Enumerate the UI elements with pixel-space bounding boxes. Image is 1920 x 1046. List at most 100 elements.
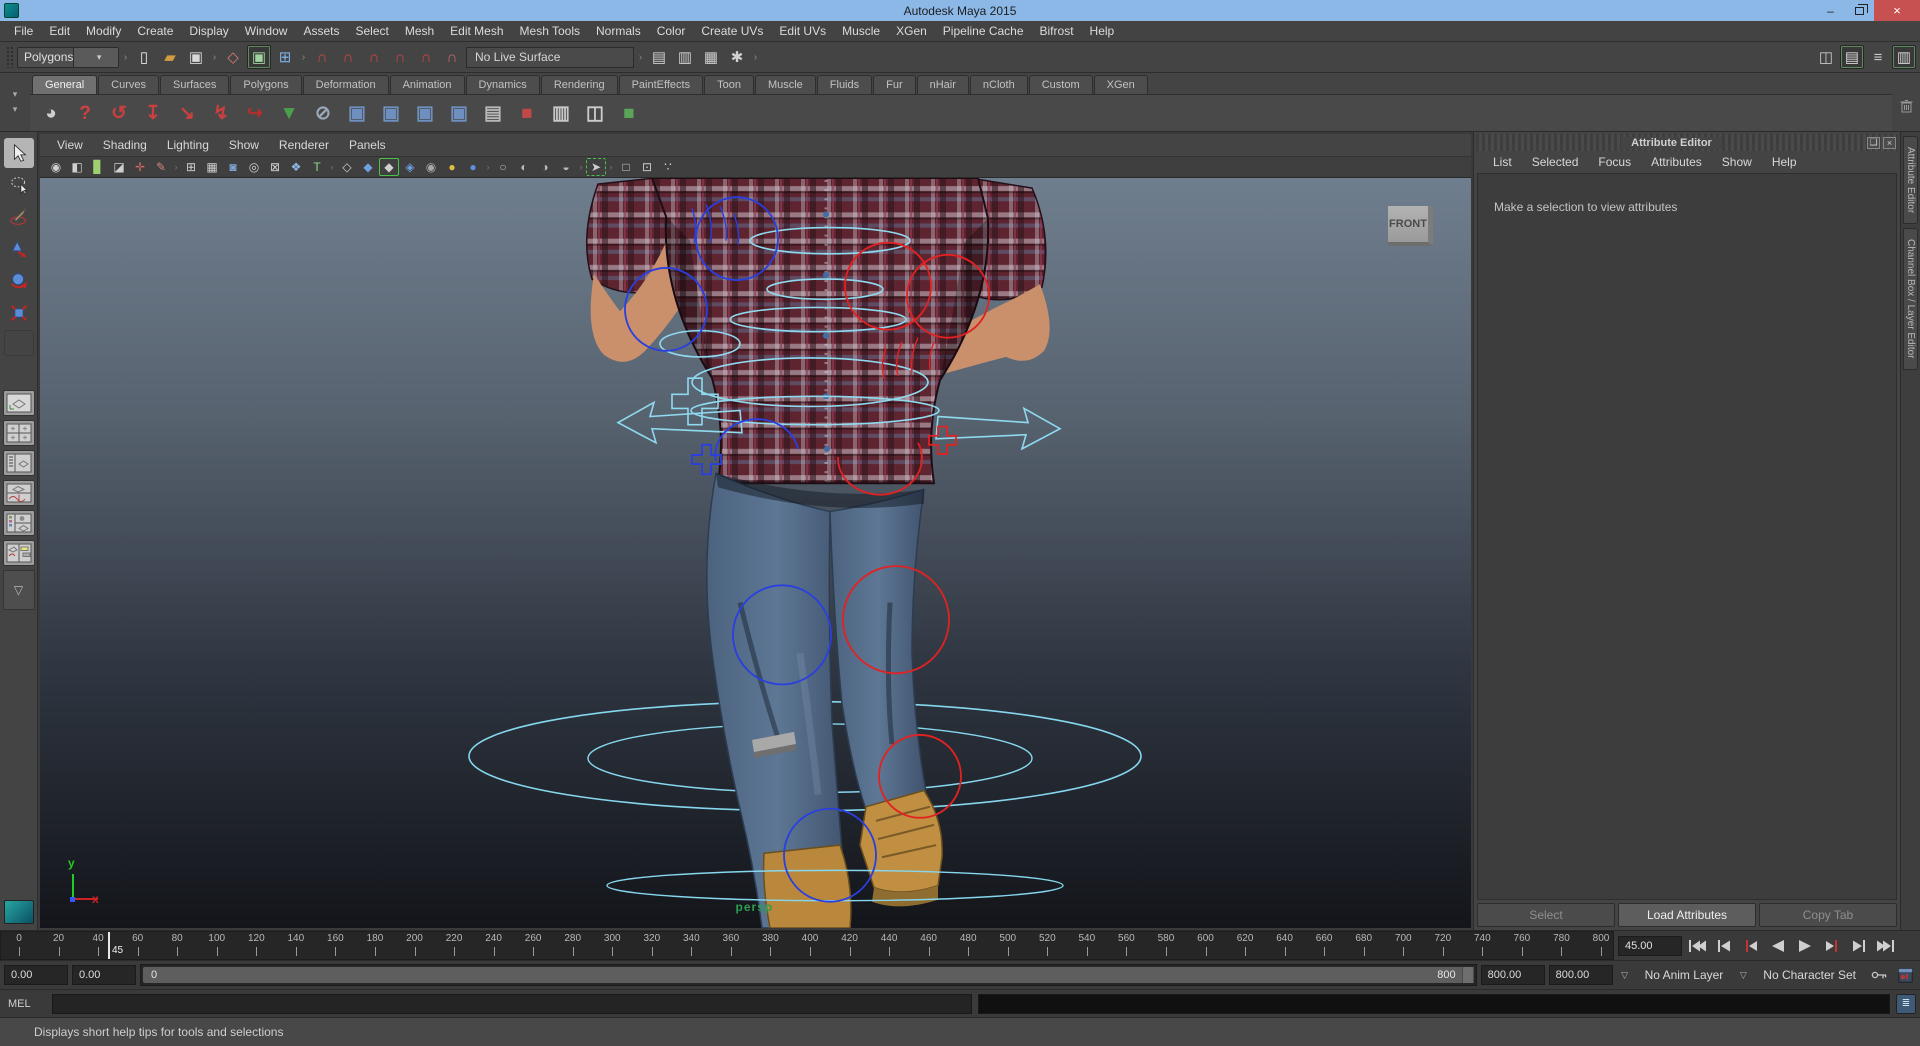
- green-down-arrow-icon[interactable]: ▼: [274, 99, 304, 129]
- close-button[interactable]: ×: [1874, 0, 1920, 21]
- xray-joints-icon[interactable]: ⊡: [637, 158, 657, 176]
- step-back-key-button[interactable]: [1711, 936, 1737, 956]
- scene-sphere-icon[interactable]: ◕: [36, 99, 66, 129]
- go-to-end-button[interactable]: [1873, 936, 1899, 956]
- character-set-label[interactable]: No Character Set: [1755, 968, 1864, 982]
- shelf-tab-fluids[interactable]: Fluids: [817, 75, 872, 94]
- ae-menu-help[interactable]: Help: [1763, 153, 1806, 171]
- shadows-icon[interactable]: ●: [463, 158, 483, 176]
- lasso-tool[interactable]: [4, 170, 34, 200]
- camera-attributes-icon[interactable]: ◧: [67, 158, 87, 176]
- current-time-field[interactable]: [1618, 936, 1682, 956]
- panel-menu-shading[interactable]: Shading: [94, 136, 156, 154]
- grid-icon[interactable]: ⊞: [181, 158, 201, 176]
- make-live-icon[interactable]: ∩: [440, 45, 464, 69]
- toggle-modeling-toolkit-icon[interactable]: ◫: [1814, 45, 1838, 69]
- play-forward-button[interactable]: [1792, 936, 1818, 956]
- float-panel-icon[interactable]: ❑: [1867, 137, 1880, 149]
- rotate-tool[interactable]: [4, 266, 34, 296]
- panel-menu-show[interactable]: Show: [220, 136, 268, 154]
- layout-hypershade[interactable]: [3, 510, 35, 536]
- playback-start-field[interactable]: [72, 965, 136, 985]
- quick-select-set-4-icon[interactable]: ▣: [444, 99, 474, 129]
- layout-pane-node[interactable]: [3, 540, 35, 566]
- film-gate-icon[interactable]: ▦: [202, 158, 222, 176]
- safe-action-icon[interactable]: ❖: [286, 158, 306, 176]
- menu-mesh-tools[interactable]: Mesh Tools: [512, 22, 588, 40]
- multisample-icon[interactable]: ◑: [535, 158, 555, 176]
- shelf-tab-fur[interactable]: Fur: [873, 75, 916, 94]
- select-component-icon[interactable]: ⊞: [273, 45, 297, 69]
- select-hierarchy-icon[interactable]: ◇: [221, 45, 245, 69]
- shelf-tab-ncloth[interactable]: nCloth: [970, 75, 1028, 94]
- auto-keyframe-icon[interactable]: [1894, 965, 1916, 985]
- minimize-button[interactable]: –: [1816, 0, 1845, 21]
- shelf-tab-custom[interactable]: Custom: [1029, 75, 1093, 94]
- default-light-icon[interactable]: ●: [442, 158, 462, 176]
- move-tool[interactable]: [4, 234, 34, 264]
- menu-select[interactable]: Select: [347, 22, 396, 40]
- copy-nodes-icon[interactable]: ▥: [546, 99, 576, 129]
- shelf-tab-dynamics[interactable]: Dynamics: [466, 75, 540, 94]
- field-chart-icon[interactable]: ⊠: [265, 158, 285, 176]
- ae-menu-list[interactable]: List: [1484, 153, 1521, 171]
- snap-point-icon[interactable]: ∩: [362, 45, 386, 69]
- group-separator-icon[interactable]: ›: [172, 162, 180, 172]
- joint-break-icon[interactable]: ↯: [206, 99, 236, 129]
- menu-assets[interactable]: Assets: [295, 22, 347, 40]
- group-separator-icon[interactable]: ›: [577, 162, 585, 172]
- group-separator-icon[interactable]: ›: [328, 162, 336, 172]
- scale-tool[interactable]: [4, 298, 34, 328]
- current-frame-marker[interactable]: [108, 932, 110, 959]
- redo-bend-arrow-icon[interactable]: ↪: [240, 99, 270, 129]
- restore-button[interactable]: [1845, 0, 1874, 21]
- shelf-tab-xgen[interactable]: XGen: [1094, 75, 1148, 94]
- shelf-tab-toon[interactable]: Toon: [704, 75, 754, 94]
- textured-lights-icon[interactable]: ◉: [421, 158, 441, 176]
- camera-view-cube[interactable]: FRONT: [1388, 206, 1433, 246]
- xray-icon[interactable]: □: [616, 158, 636, 176]
- range-end-handle[interactable]: [1462, 967, 1474, 983]
- panel-menu-renderer[interactable]: Renderer: [270, 136, 338, 154]
- menu-color[interactable]: Color: [649, 22, 694, 40]
- image-plane-icon[interactable]: ◪: [109, 158, 129, 176]
- shelf-tab-rendering[interactable]: Rendering: [541, 75, 618, 94]
- shelf-tab-curves[interactable]: Curves: [98, 75, 159, 94]
- textured-icon[interactable]: ◈: [400, 158, 420, 176]
- save-scene-icon[interactable]: ▣: [184, 45, 208, 69]
- resolution-gate-icon[interactable]: ◙: [223, 158, 243, 176]
- menu-edit-uvs[interactable]: Edit UVs: [771, 22, 834, 40]
- render-view-icon[interactable]: ▤: [647, 45, 671, 69]
- isolate-select-icon[interactable]: ➤: [586, 158, 606, 176]
- toggle-channel-box-icon[interactable]: ▥: [1892, 45, 1916, 69]
- anim-layer-dropdown-icon[interactable]: ▽: [1617, 970, 1633, 981]
- animation-start-field[interactable]: [4, 965, 68, 985]
- close-panel-icon[interactable]: ×: [1883, 137, 1896, 149]
- wireframe-icon[interactable]: ◇: [337, 158, 357, 176]
- snap-grid-icon[interactable]: ∩: [310, 45, 334, 69]
- gray-cubes-cursor-icon[interactable]: ◫: [580, 99, 610, 129]
- play-backward-button[interactable]: [1765, 936, 1791, 956]
- animation-end-field[interactable]: [1549, 965, 1613, 985]
- two-d-pan-zoom-icon[interactable]: ✛: [130, 158, 150, 176]
- joint-rotate-icon[interactable]: ↺: [104, 99, 134, 129]
- select-object-icon[interactable]: ▣: [247, 45, 271, 69]
- quick-select-set-1-icon[interactable]: ▣: [342, 99, 372, 129]
- panel-menu-view[interactable]: View: [48, 136, 92, 154]
- shelf-tab-animation[interactable]: Animation: [390, 75, 465, 94]
- node-editor-icon[interactable]: ▤: [478, 99, 508, 129]
- menu-window[interactable]: Window: [237, 22, 296, 40]
- panel-menu-lighting[interactable]: Lighting: [158, 136, 218, 154]
- select-tool[interactable]: [4, 138, 34, 168]
- toolbar-grip[interactable]: [6, 46, 13, 68]
- menu-file[interactable]: File: [6, 22, 41, 40]
- select-button[interactable]: Select: [1477, 903, 1615, 927]
- menu-help[interactable]: Help: [1082, 22, 1123, 40]
- menu-bifrost[interactable]: Bifrost: [1032, 22, 1082, 40]
- layout-pane-graph[interactable]: [3, 480, 35, 506]
- anim-layer-label[interactable]: No Anim Layer: [1637, 968, 1732, 982]
- menu-xgen[interactable]: XGen: [888, 22, 935, 40]
- menu-display[interactable]: Display: [181, 22, 236, 40]
- wireframe-on-shaded-icon[interactable]: ◆: [379, 158, 399, 176]
- range-track[interactable]: 0 800: [140, 964, 1477, 986]
